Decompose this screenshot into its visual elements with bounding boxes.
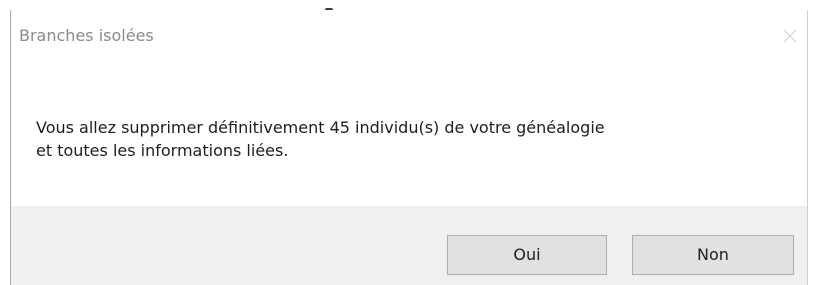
close-button[interactable] <box>777 24 803 48</box>
yes-button[interactable]: Oui <box>447 235 607 275</box>
window-title: Branches isolées <box>19 26 154 45</box>
message-line-2: et toutes les informations liées. <box>36 141 289 160</box>
button-bar: Oui Non <box>11 206 807 285</box>
title-bar[interactable]: Branches isolées <box>11 10 807 62</box>
close-icon <box>777 24 803 48</box>
message-line-1: Vous allez supprimer définitivement 45 i… <box>36 118 605 137</box>
message-dialog: Branches isolées Vous allez supprimer dé… <box>10 10 808 285</box>
dialog-content: Vous allez supprimer définitivement 45 i… <box>36 116 776 162</box>
no-button[interactable]: Non <box>632 235 794 275</box>
